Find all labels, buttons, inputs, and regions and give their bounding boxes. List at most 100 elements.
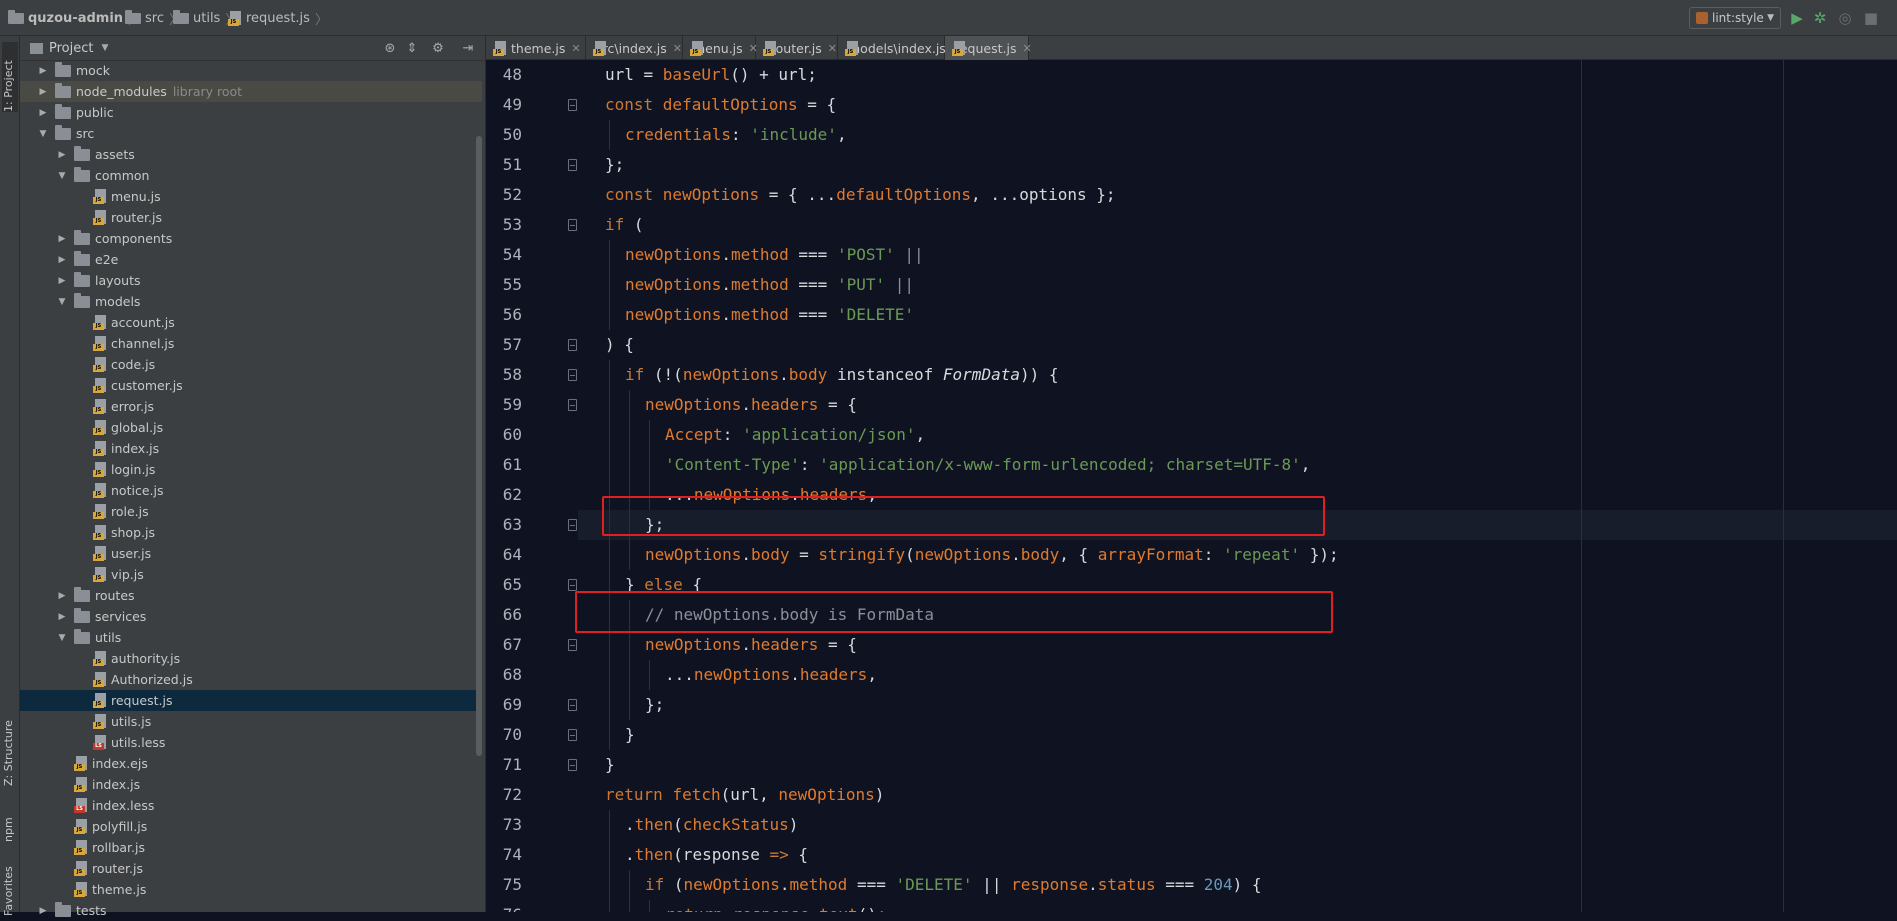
tree-file-vip-js[interactable]: JSvip.js	[20, 564, 482, 585]
collapse-all-icon[interactable]: ⇕	[404, 40, 420, 56]
close-icon[interactable]: ✕	[571, 42, 580, 55]
code-line[interactable]: Accept: 'application/json',	[486, 420, 1897, 450]
tree-folder-layouts[interactable]: ▶layouts	[20, 270, 482, 291]
tree-file-user-js[interactable]: JSuser.js	[20, 543, 482, 564]
tree-file-account-js[interactable]: JSaccount.js	[20, 312, 482, 333]
tree-folder-e2e[interactable]: ▶e2e	[20, 249, 482, 270]
code-line[interactable]: newOptions.headers = {	[486, 630, 1897, 660]
collapsed-arrow-icon[interactable]: ▶	[37, 66, 49, 76]
tree-folder-models[interactable]: ▼models	[20, 291, 482, 312]
fold-marker-icon[interactable]	[568, 519, 577, 531]
favorites-tool-tab[interactable]: Favorites	[2, 856, 18, 916]
fold-marker-icon[interactable]	[568, 729, 577, 741]
tab-src-index-js[interactable]: JSsrc\index.js✕	[586, 36, 683, 60]
breadcrumb-project[interactable]: quzou-admin 〉	[8, 0, 141, 36]
collapsed-arrow-icon[interactable]: ▶	[37, 906, 49, 916]
locate-icon[interactable]: ⊛	[382, 40, 398, 56]
code-line[interactable]: };	[486, 690, 1897, 720]
tree-file-index-js[interactable]: JSindex.js	[20, 774, 482, 795]
tree-file-notice-js[interactable]: JSnotice.js	[20, 480, 482, 501]
tree-file-polyfill-js[interactable]: JSpolyfill.js	[20, 816, 482, 837]
code-line[interactable]: if (	[486, 210, 1897, 240]
coverage-icon[interactable]: ◎	[1836, 9, 1854, 27]
stop-icon[interactable]: ■	[1862, 9, 1880, 27]
tree-folder-services[interactable]: ▶services	[20, 606, 482, 627]
fold-marker-icon[interactable]	[568, 99, 577, 111]
close-icon[interactable]: ✕	[1022, 42, 1031, 55]
structure-tool-tab[interactable]: Z: Structure	[2, 700, 18, 786]
code-line[interactable]: const defaultOptions = {	[486, 90, 1897, 120]
fold-marker-icon[interactable]	[568, 579, 577, 591]
collapsed-arrow-icon[interactable]: ▶	[56, 591, 68, 601]
tree-file-utils-js[interactable]: JSutils.js	[20, 711, 482, 732]
code-line[interactable]: url = baseUrl() + url;	[486, 60, 1897, 90]
fold-marker-icon[interactable]	[568, 639, 577, 651]
code-line[interactable]: if (newOptions.method === 'DELETE' || re…	[486, 870, 1897, 900]
tree-file-router-js[interactable]: JSrouter.js	[20, 858, 482, 879]
close-icon[interactable]: ✕	[828, 42, 837, 55]
project-tool-tab[interactable]: 1: Project	[2, 42, 18, 112]
code-line[interactable]: 'Content-Type': 'application/x-www-form-…	[486, 450, 1897, 480]
collapsed-arrow-icon[interactable]: ▶	[56, 150, 68, 160]
tree-file-router-js[interactable]: JSrouter.js	[20, 207, 482, 228]
fold-marker-icon[interactable]	[568, 699, 577, 711]
tab-menu-js[interactable]: JSmenu.js✕	[683, 36, 756, 60]
code-line[interactable]: ...newOptions.headers,	[486, 660, 1897, 690]
code-line[interactable]: const newOptions = { ...defaultOptions, …	[486, 180, 1897, 210]
expanded-arrow-icon[interactable]: ▼	[56, 633, 68, 643]
tree-file-Authorized-js[interactable]: JSAuthorized.js	[20, 669, 482, 690]
collapsed-arrow-icon[interactable]: ▶	[37, 87, 49, 97]
breadcrumb-file[interactable]: JS request.js 〉	[228, 0, 328, 36]
tree-folder-mock[interactable]: ▶mock	[20, 60, 482, 81]
tree-file-channel-js[interactable]: JSchannel.js	[20, 333, 482, 354]
project-scrollbar[interactable]	[476, 136, 482, 756]
tree-file-theme-js[interactable]: JStheme.js	[20, 879, 482, 900]
tree-file-utils-less[interactable]: LSutils.less	[20, 732, 482, 753]
collapsed-arrow-icon[interactable]: ▶	[37, 108, 49, 118]
run-configuration-dropdown[interactable]: lint:style ▼	[1689, 7, 1781, 29]
code-line[interactable]: newOptions.headers = {	[486, 390, 1897, 420]
tree-folder-components[interactable]: ▶components	[20, 228, 482, 249]
code-line[interactable]: }	[486, 720, 1897, 750]
tree-folder-routes[interactable]: ▶routes	[20, 585, 482, 606]
expanded-arrow-icon[interactable]: ▼	[56, 171, 68, 181]
tree-folder-node_modules[interactable]: ▶node_moduleslibrary root	[20, 81, 482, 102]
npm-tool-tab[interactable]: npm	[2, 802, 18, 842]
tree-file-index-js[interactable]: JSindex.js	[20, 438, 482, 459]
tree-file-code-js[interactable]: JScode.js	[20, 354, 482, 375]
code-line[interactable]: }	[486, 750, 1897, 780]
code-line[interactable]: credentials: 'include',	[486, 120, 1897, 150]
code-editor[interactable]: url = baseUrl() + url;const defaultOptio…	[486, 60, 1897, 912]
code-line[interactable]: newOptions.method === 'DELETE'	[486, 300, 1897, 330]
tree-file-error-js[interactable]: JSerror.js	[20, 396, 482, 417]
code-line[interactable]: ) {	[486, 330, 1897, 360]
tree-file-menu-js[interactable]: JSmenu.js	[20, 186, 482, 207]
tree-file-shop-js[interactable]: JSshop.js	[20, 522, 482, 543]
tree-file-rollbar-js[interactable]: JSrollbar.js	[20, 837, 482, 858]
chevron-down-icon[interactable]: ▼	[101, 43, 108, 53]
code-line[interactable]: return fetch(url, newOptions)	[486, 780, 1897, 810]
project-view-selector[interactable]: Project	[49, 41, 93, 56]
tree-folder-public[interactable]: ▶public	[20, 102, 482, 123]
tree-file-authority-js[interactable]: JSauthority.js	[20, 648, 482, 669]
tree-folder-assets[interactable]: ▶assets	[20, 144, 482, 165]
tree-file-login-js[interactable]: JSlogin.js	[20, 459, 482, 480]
fold-marker-icon[interactable]	[568, 339, 577, 351]
tab-theme-js[interactable]: JStheme.js✕	[486, 36, 586, 60]
code-line[interactable]: return response.text();	[486, 900, 1897, 912]
run-icon[interactable]: ▶	[1788, 9, 1806, 27]
close-icon[interactable]: ✕	[673, 42, 682, 55]
code-line[interactable]: newOptions.body = stringify(newOptions.b…	[486, 540, 1897, 570]
collapsed-arrow-icon[interactable]: ▶	[56, 255, 68, 265]
tree-file-role-js[interactable]: JSrole.js	[20, 501, 482, 522]
expanded-arrow-icon[interactable]: ▼	[37, 129, 49, 139]
code-line[interactable]: if (!(newOptions.body instanceof FormDat…	[486, 360, 1897, 390]
fold-marker-icon[interactable]	[568, 369, 577, 381]
collapsed-arrow-icon[interactable]: ▶	[56, 234, 68, 244]
tab-router-js[interactable]: JSrouter.js✕	[756, 36, 838, 60]
collapsed-arrow-icon[interactable]: ▶	[56, 612, 68, 622]
tree-file-index-less[interactable]: LSindex.less	[20, 795, 482, 816]
code-line[interactable]: };	[486, 150, 1897, 180]
code-line[interactable]: newOptions.method === 'POST' ||	[486, 240, 1897, 270]
tree-folder-common[interactable]: ▼common	[20, 165, 482, 186]
